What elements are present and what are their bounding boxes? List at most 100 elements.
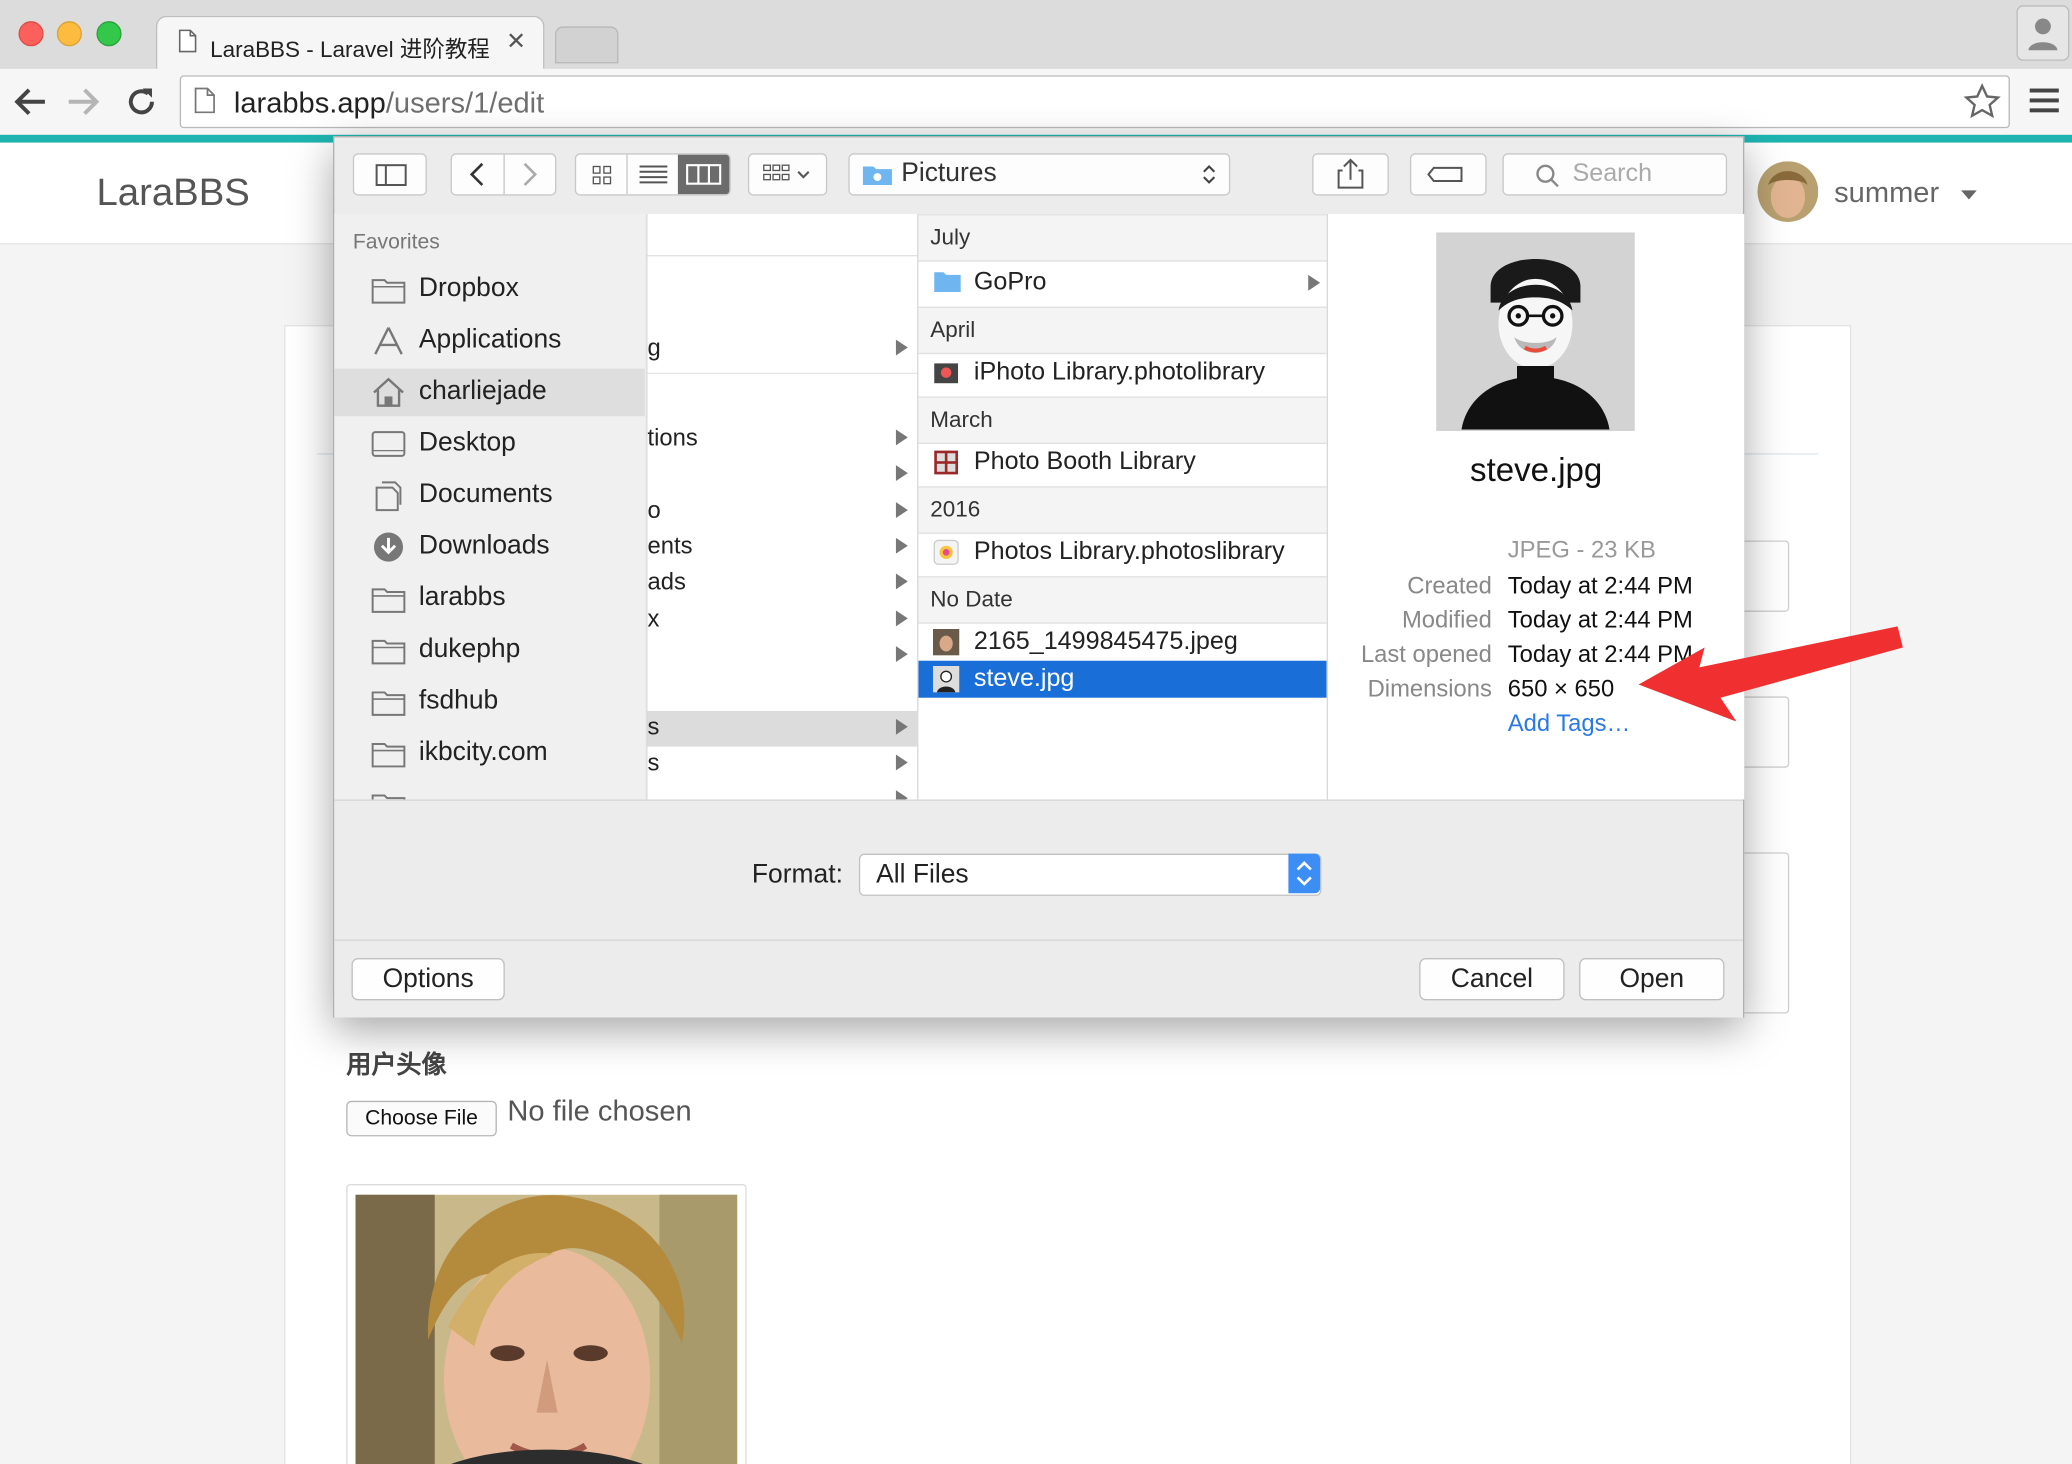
sidebar-item-ikbcity[interactable]: ikbcity.com <box>334 729 645 777</box>
tags-button[interactable] <box>1409 153 1487 196</box>
bookmark-star-icon[interactable] <box>1963 83 2001 120</box>
list-item[interactable]: ents <box>648 530 918 566</box>
list-item[interactable] <box>648 638 918 674</box>
image-thumbnail-icon <box>932 666 960 693</box>
list-item-gopro[interactable]: GoPro <box>918 264 1326 301</box>
group-header-march: March <box>918 396 1327 445</box>
folder-icon <box>371 634 406 666</box>
browser-tab[interactable]: LaraBBS - Laravel 进阶教程 ✕ <box>155 15 545 71</box>
sidebar-item-desktop[interactable]: Desktop <box>334 420 645 468</box>
list-item[interactable]: g <box>648 332 918 368</box>
list-item-iphoto[interactable]: iPhoto Library.photolibrary <box>918 354 1326 391</box>
dimensions-value: 650 × 650 <box>1507 675 1615 702</box>
disclosure-arrow-icon <box>895 429 908 446</box>
current-avatar-frame <box>346 1184 747 1464</box>
minimize-window-button[interactable] <box>56 21 82 47</box>
last-opened-label: Last opened <box>1360 640 1492 668</box>
sidebar-item-applications[interactable]: Applications <box>334 317 645 365</box>
dimensions-label: Dimensions <box>1367 675 1492 702</box>
folder-icon <box>933 270 961 296</box>
list-item[interactable]: x <box>648 603 918 639</box>
applications-icon <box>371 325 405 357</box>
list-item[interactable]: o <box>648 494 918 530</box>
tab-close-icon[interactable]: ✕ <box>506 28 526 56</box>
sidebar-item-more[interactable] <box>334 781 645 800</box>
address-bar[interactable]: larabbs.app/users/1/edit <box>179 75 2010 129</box>
caret-down-icon[interactable] <box>1961 190 1977 201</box>
search-field[interactable]: Search <box>1502 153 1728 196</box>
sidebar-item-documents[interactable]: Documents <box>334 472 645 520</box>
user-menu[interactable]: summer <box>1834 176 1939 210</box>
avatar[interactable] <box>1757 161 1819 223</box>
list-item-photos-library[interactable]: Photos Library.photoslibrary <box>918 534 1326 571</box>
list-item-selected[interactable]: s <box>647 710 918 747</box>
column-row-divider <box>647 255 918 264</box>
disclosure-arrow-icon <box>895 610 908 627</box>
list-view-button[interactable] <box>626 154 679 195</box>
sidebar-item-fsdhub[interactable]: fsdhub <box>334 678 645 726</box>
home-folder-column: g tions o ents ads x s s <box>646 214 918 800</box>
sidebar-toggle-button[interactable] <box>352 153 427 196</box>
list-item[interactable]: ads <box>648 566 918 602</box>
pictures-folder-icon <box>862 163 894 187</box>
add-tags-link[interactable]: Add Tags… <box>1508 710 1631 738</box>
column-view-button[interactable] <box>677 154 730 195</box>
cancel-button[interactable]: Cancel <box>1419 958 1565 1001</box>
url-text[interactable]: larabbs.app/users/1/edit <box>234 86 544 120</box>
disclosure-arrow-icon <box>895 339 908 356</box>
reload-icon[interactable] <box>124 85 158 119</box>
forward-icon[interactable] <box>66 85 100 119</box>
menu-icon[interactable] <box>2027 85 2061 117</box>
page-info-icon[interactable] <box>194 87 215 114</box>
image-thumbnail-icon <box>932 629 960 656</box>
browser-titlebar: LaraBBS - Laravel 进阶教程 ✕ <box>0 0 2072 71</box>
back-nav-button[interactable] <box>452 154 505 195</box>
list-item[interactable] <box>648 782 918 800</box>
list-item[interactable]: tions <box>648 422 918 458</box>
location-popup[interactable]: Pictures <box>848 153 1231 196</box>
photo-booth-icon <box>933 449 959 475</box>
sidebar-item-charliejade[interactable]: charliejade <box>334 368 645 417</box>
folder-icon <box>371 583 406 615</box>
search-icon <box>1536 164 1560 188</box>
list-item-photobooth[interactable]: Photo Booth Library <box>918 444 1326 481</box>
forward-nav-button[interactable] <box>503 155 555 195</box>
list-item-steve-jpg[interactable]: steve.jpg <box>918 660 1327 698</box>
nav-buttons <box>450 153 557 196</box>
close-window-button[interactable] <box>18 21 44 47</box>
share-icon <box>1337 158 1364 189</box>
profile-button[interactable] <box>2016 5 2070 61</box>
choose-file-button[interactable]: Choose File <box>346 1100 497 1137</box>
back-icon[interactable] <box>13 85 47 119</box>
share-button[interactable] <box>1312 153 1389 196</box>
open-file-dialog: Pictures Search Favorites Dropbox Applic… <box>333 136 1745 1018</box>
group-header-no-date: No Date <box>918 576 1327 624</box>
format-row: Format: All Files <box>334 799 1743 941</box>
sidebar-item-downloads[interactable]: Downloads <box>334 523 645 571</box>
arrange-button[interactable] <box>747 153 828 196</box>
sidebar-item-larabbs[interactable]: larabbs <box>334 575 645 623</box>
folder-icon <box>371 789 406 800</box>
disclosure-arrow-icon <box>895 537 908 554</box>
modified-label: Modified <box>1401 606 1492 633</box>
grid-icon <box>592 165 612 185</box>
list-item-jpeg-2165[interactable]: 2165_1499845475.jpeg <box>918 624 1326 661</box>
person-icon <box>2028 18 2058 51</box>
disclosure-arrow-icon <box>895 718 908 735</box>
new-tab-button[interactable] <box>555 26 619 64</box>
list-item[interactable]: s <box>648 747 918 783</box>
format-select[interactable]: All Files <box>858 853 1322 896</box>
sidebar-item-dukephp[interactable]: dukephp <box>334 626 645 674</box>
tag-icon <box>1427 166 1463 183</box>
open-button[interactable]: Open <box>1579 958 1725 1001</box>
icon-view-button[interactable] <box>576 155 626 195</box>
desktop-icon <box>371 428 406 460</box>
list-item[interactable] <box>648 457 918 493</box>
updown-chevron-icon <box>1288 853 1321 894</box>
options-button[interactable]: Options <box>351 958 505 1001</box>
avatar-label: 用户头像 <box>346 1051 447 1080</box>
favorites-sidebar: Favorites Dropbox Applications charlieja… <box>334 214 645 800</box>
site-brand[interactable]: LaraBBS <box>96 172 249 216</box>
zoom-window-button[interactable] <box>96 21 122 47</box>
sidebar-item-dropbox[interactable]: Dropbox <box>334 266 645 314</box>
